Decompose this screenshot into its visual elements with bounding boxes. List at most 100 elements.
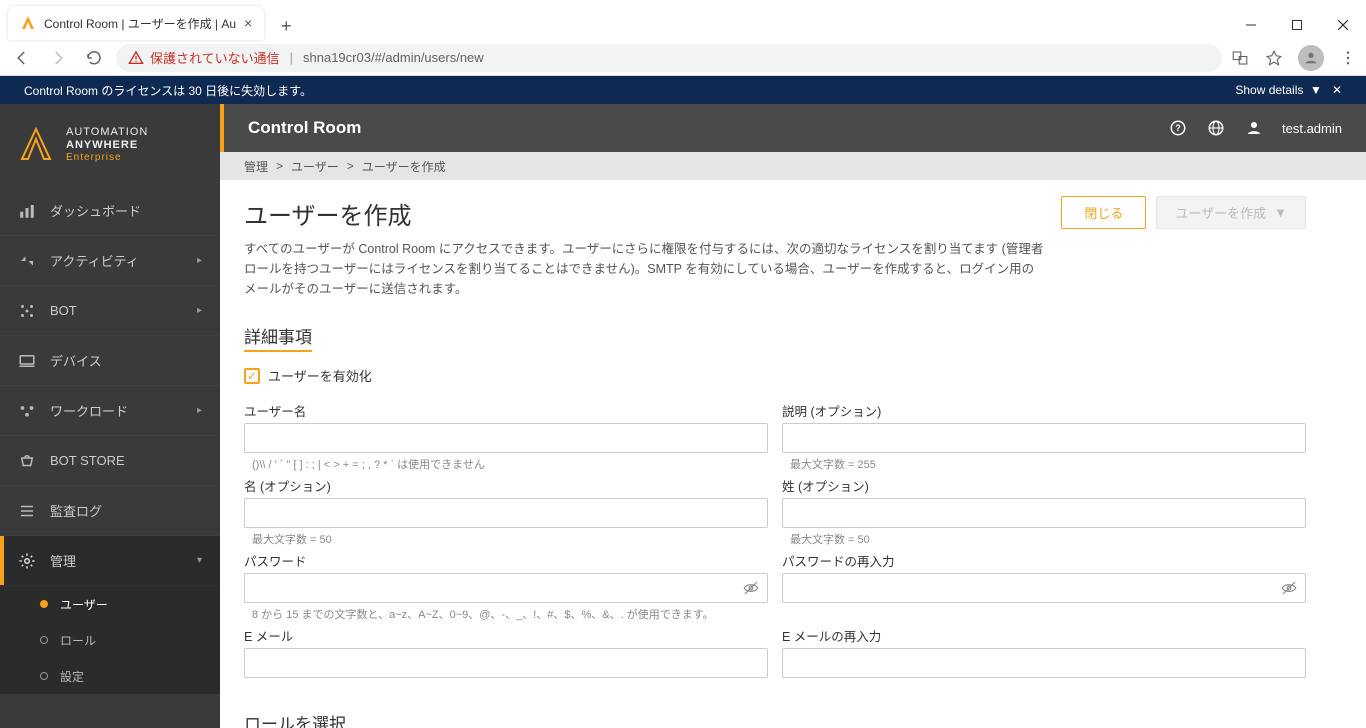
lastname-input[interactable]	[782, 498, 1306, 528]
profile-avatar-icon[interactable]	[1298, 45, 1324, 71]
globe-icon[interactable]	[1206, 118, 1226, 138]
email-input[interactable]	[244, 648, 768, 678]
sidebar-label: ワークロード	[50, 401, 128, 420]
main-content: ユーザーを作成 閉じる ユーザーを作成 ▼ すべてのユーザーが Control …	[220, 180, 1366, 728]
banner-close-icon[interactable]: ✕	[1332, 83, 1342, 97]
password-input[interactable]	[244, 573, 768, 603]
enable-user-checkbox[interactable]: ✓	[244, 368, 260, 384]
description-input[interactable]	[782, 423, 1306, 453]
header-username[interactable]: test.admin	[1282, 121, 1342, 136]
banner-show-details[interactable]: Show details ▼	[1235, 83, 1322, 97]
product-logo: AUTOMATION ANYWHERE Enterprise	[0, 104, 220, 186]
address-bar[interactable]: 保護されていない通信 | shna19cr03/#/admin/users/ne…	[116, 44, 1222, 72]
sidebar-item-bot[interactable]: BOT ▸	[0, 286, 220, 336]
dashboard-icon	[18, 202, 36, 220]
maximize-button[interactable]	[1274, 10, 1320, 40]
crumb-admin[interactable]: 管理	[244, 158, 268, 175]
bullet-icon	[40, 672, 48, 680]
sidebar-sub-settings[interactable]: 設定	[0, 658, 220, 694]
forward-button[interactable]	[44, 44, 72, 72]
email-confirm-input[interactable]	[782, 648, 1306, 678]
help-icon[interactable]: ?	[1168, 118, 1188, 138]
sidebar-item-auditlog[interactable]: 監査ログ	[0, 486, 220, 536]
username-input[interactable]	[244, 423, 768, 453]
crumb-create-user: ユーザーを作成	[362, 158, 446, 175]
gear-icon	[18, 552, 36, 570]
username-label: ユーザー名	[244, 401, 768, 420]
firstname-input[interactable]	[244, 498, 768, 528]
sidebar-label: ダッシュボード	[50, 201, 141, 220]
create-user-button: ユーザーを作成 ▼	[1156, 196, 1306, 229]
tab-close-icon[interactable]: ×	[244, 15, 252, 31]
license-banner: Control Room のライセンスは 30 日後に失効します。 Show d…	[0, 76, 1366, 104]
sidebar-item-dashboard[interactable]: ダッシュボード	[0, 186, 220, 236]
sidebar: AUTOMATION ANYWHERE Enterprise ダッシュボード ア…	[0, 104, 220, 728]
password2-label: パスワードの再入力	[782, 551, 1306, 570]
sidebar-label: 管理	[50, 551, 76, 570]
chevron-down-icon: ▾	[197, 555, 202, 566]
browser-toolbar: 保護されていない通信 | shna19cr03/#/admin/users/ne…	[0, 40, 1366, 76]
password-confirm-input[interactable]	[782, 573, 1306, 603]
minimize-button[interactable]	[1228, 10, 1274, 40]
email-label: E メール	[244, 626, 768, 645]
botstore-icon	[18, 452, 36, 470]
enable-user-label: ユーザーを有効化	[268, 366, 372, 385]
workload-icon	[18, 402, 36, 420]
page-title: ユーザーを作成	[244, 196, 412, 231]
firstname-label: 名 (オプション)	[244, 476, 768, 495]
sidebar-sub-roles[interactable]: ロール	[0, 622, 220, 658]
browser-tabstrip: Control Room | ユーザーを作成 | Au × +	[0, 0, 1366, 40]
password2-hint	[782, 606, 1306, 618]
sidebar-admin-submenu: ユーザー ロール 設定	[0, 586, 220, 694]
bullet-icon	[40, 636, 48, 644]
sidebar-item-workload[interactable]: ワークロード ▸	[0, 386, 220, 436]
lastname-label: 姓 (オプション)	[782, 476, 1306, 495]
chevron-down-icon: ▼	[1274, 205, 1287, 220]
chevron-right-icon: ▸	[197, 255, 202, 266]
description-hint: 最大文字数 = 255	[782, 456, 1306, 472]
sidebar-item-botstore[interactable]: BOT STORE	[0, 436, 220, 486]
sidebar-label: アクティビティ	[50, 251, 139, 270]
email2-label: E メールの再入力	[782, 626, 1306, 645]
sidebar-item-devices[interactable]: デバイス	[0, 336, 220, 386]
bot-icon	[18, 302, 36, 320]
translate-icon[interactable]	[1230, 48, 1250, 68]
eye-slash-icon[interactable]	[1280, 579, 1298, 597]
section-roles-title: ロールを選択	[244, 710, 346, 728]
browser-tab[interactable]: Control Room | ユーザーを作成 | Au ×	[8, 6, 264, 40]
chrome-menu-icon[interactable]	[1338, 48, 1358, 68]
firstname-hint: 最大文字数 = 50	[244, 531, 768, 547]
reload-button[interactable]	[80, 44, 108, 72]
lastname-hint: 最大文字数 = 50	[782, 531, 1306, 547]
close-button[interactable]: 閉じる	[1061, 196, 1146, 229]
security-warning: 保護されていない通信	[128, 48, 280, 67]
favicon-icon	[20, 15, 36, 31]
tab-title: Control Room | ユーザーを作成 | Au	[44, 15, 236, 32]
svg-text:?: ?	[1175, 123, 1181, 133]
sidebar-item-activity[interactable]: アクティビティ ▸	[0, 236, 220, 286]
logo-icon	[16, 123, 56, 167]
chevron-right-icon: ▸	[197, 305, 202, 316]
eye-slash-icon[interactable]	[742, 579, 760, 597]
activity-icon	[18, 252, 36, 270]
password-label: パスワード	[244, 551, 768, 570]
bookmark-star-icon[interactable]	[1264, 48, 1284, 68]
url-separator: |	[290, 50, 293, 65]
auditlog-icon	[18, 502, 36, 520]
close-window-button[interactable]	[1320, 10, 1366, 40]
back-button[interactable]	[8, 44, 36, 72]
banner-text: Control Room のライセンスは 30 日後に失効します。	[24, 82, 312, 99]
breadcrumb: 管理 > ユーザー > ユーザーを作成	[220, 152, 1366, 180]
user-icon[interactable]	[1244, 118, 1264, 138]
crumb-users[interactable]: ユーザー	[291, 158, 339, 175]
bullet-icon	[40, 600, 48, 608]
page-description: すべてのユーザーが Control Room にアクセスできます。ユーザーにさら…	[244, 239, 1044, 299]
window-controls	[1228, 10, 1366, 40]
sidebar-sub-users[interactable]: ユーザー	[0, 586, 220, 622]
new-tab-button[interactable]: +	[272, 12, 300, 40]
sidebar-label: 監査ログ	[50, 501, 102, 520]
section-details-title: 詳細事項	[244, 323, 312, 352]
sidebar-item-admin[interactable]: 管理 ▾	[0, 536, 220, 586]
sidebar-label: デバイス	[50, 351, 102, 370]
username-hint: ()\\ / ' ` " [ ] : ; | < > + = ; , ? * `…	[244, 456, 768, 472]
